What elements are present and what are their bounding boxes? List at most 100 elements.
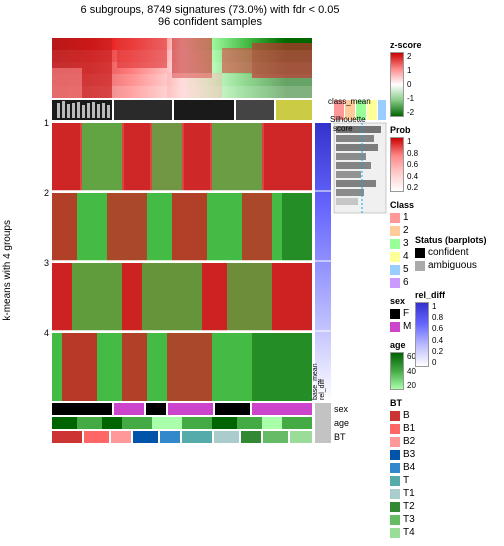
class-mean-5 — [378, 100, 386, 120]
bt-swatch-T2 — [390, 502, 400, 512]
bt-swatch-B2 — [390, 437, 400, 447]
zscore-block5 — [252, 43, 312, 78]
class-swatch-2 — [390, 226, 400, 236]
status-legend: Status (barplots) confident ambiguous — [415, 235, 500, 273]
zscore-gradient-bar — [390, 52, 404, 117]
bt-item-T3: T3 — [390, 514, 500, 525]
hist-bar1 — [57, 103, 60, 118]
class-swatch-3 — [390, 239, 400, 249]
bt-label-T: T — [403, 475, 409, 486]
bt-item-B4: B4 — [390, 462, 500, 473]
zscore-legend-values: 2 1 0 -1 -2 — [407, 52, 414, 117]
age-val-40: 40 — [407, 367, 416, 376]
bt-item-T4: T4 — [390, 527, 500, 538]
bt-label-T2: T2 — [403, 501, 415, 512]
bt-swatch-T1 — [390, 489, 400, 499]
title-line2: 96 confident samples — [30, 16, 390, 28]
prob-legend-title: Prob — [390, 125, 500, 135]
bt-T2 — [241, 431, 261, 443]
bt-item-B: B — [390, 410, 500, 421]
bt-B4 — [160, 431, 180, 443]
sex-row-6 — [252, 403, 312, 415]
group-bar-4 — [236, 100, 274, 120]
bt-B1 — [84, 431, 109, 443]
status-swatch-confident — [415, 248, 425, 258]
title-area: 6 subgroups, 8749 signatures (73.0%) wit… — [30, 4, 390, 28]
hist-bar2 — [62, 101, 65, 118]
expr-g1-green1 — [82, 123, 122, 191]
prob-val-02: 0.2 — [407, 183, 418, 192]
group-bar-2 — [114, 100, 172, 120]
main-container: 6 subgroups, 8749 signatures (73.0%) wit… — [0, 0, 504, 504]
expr-g1-red4 — [264, 123, 312, 191]
bt-B2 — [111, 431, 131, 443]
bt-swatch-B — [390, 411, 400, 421]
bt-label-B3: B3 — [403, 449, 415, 460]
rel-diff-legend-title: rel_diff — [415, 290, 500, 300]
expr-g3-green1 — [72, 263, 122, 331]
sex-row-1 — [52, 403, 112, 415]
class-swatch-1 — [390, 213, 400, 223]
expr-g1-red1 — [52, 123, 80, 191]
sil-bar2 — [336, 135, 374, 142]
class-item-1: 1 — [390, 212, 500, 223]
sil-bar5 — [336, 162, 371, 169]
bt-label-B2: B2 — [403, 436, 415, 447]
hist-bar10 — [102, 103, 105, 118]
status-item-ambiguous: ambiguous — [415, 260, 500, 271]
rel-diff-gradient-bar — [415, 302, 429, 367]
rd-val-1: 1 — [432, 302, 443, 311]
bt-B3 — [133, 431, 158, 443]
expr-g1-red3 — [184, 123, 210, 191]
class-legend-title: Class — [390, 200, 500, 210]
bt-label-B: B — [403, 410, 410, 421]
hist-bar4 — [72, 103, 75, 118]
base-mean-vlabel: base_mean — [312, 363, 319, 400]
expr-g2-red3 — [172, 193, 207, 261]
expr-g2-red4 — [242, 193, 272, 261]
sex-row-4 — [168, 403, 213, 415]
bt-label-T4: T4 — [403, 527, 415, 538]
rd-val-04: 0.4 — [432, 336, 443, 345]
expr-g4-red1 — [62, 333, 97, 401]
age-light1 — [152, 417, 182, 429]
rel-diff-legend-values: 1 0.8 0.6 0.4 0.2 0 — [432, 302, 443, 367]
status-item-confident: confident — [415, 247, 500, 258]
sex-swatch-F — [390, 309, 400, 319]
class-label-2: 2 — [403, 225, 409, 236]
rel-diff-legend: rel_diff 1 0.8 0.6 0.4 0.2 0 — [415, 290, 500, 367]
expr-g4-red3 — [167, 333, 212, 401]
bt-swatch-T — [390, 476, 400, 486]
sil-bar9 — [336, 198, 358, 205]
bt-label: BT — [334, 432, 346, 442]
class-mean-label: class_mean — [328, 97, 371, 106]
bt-T4 — [290, 431, 312, 443]
prob-val-08: 0.8 — [407, 149, 418, 158]
sil-bar8 — [336, 189, 364, 196]
zscore-val-0: 0 — [407, 80, 414, 89]
bt-T1 — [214, 431, 239, 443]
bt-item-T: T — [390, 475, 500, 486]
prob-val-04: 0.4 — [407, 172, 418, 181]
bt-T3 — [263, 431, 288, 443]
group-label-1: 1 — [30, 88, 52, 158]
class-label-3: 3 — [403, 238, 409, 249]
sex-row-2 — [114, 403, 144, 415]
hist-bar6 — [82, 105, 85, 118]
age-gradient-bar — [390, 352, 404, 390]
zscore-light2 — [167, 73, 222, 98]
status-label-confident: confident — [428, 247, 469, 258]
sex-label: sex — [334, 404, 349, 414]
hist-bar9 — [97, 104, 100, 118]
bt-swatch-T4 — [390, 528, 400, 538]
hist-bar11 — [107, 105, 110, 118]
expr-g2-red2 — [107, 193, 147, 261]
prob-val-06: 0.6 — [407, 160, 418, 169]
y-axis-label: k-means with 4 groups — [2, 220, 13, 321]
bt-legend: BT B B1 B2 B3 — [390, 398, 500, 538]
bt-swatch-T3 — [390, 515, 400, 525]
class-label-1: 1 — [403, 212, 409, 223]
sex-row-5 — [215, 403, 250, 415]
rel-diff-bar — [315, 123, 331, 403]
class-swatch-4 — [390, 252, 400, 262]
